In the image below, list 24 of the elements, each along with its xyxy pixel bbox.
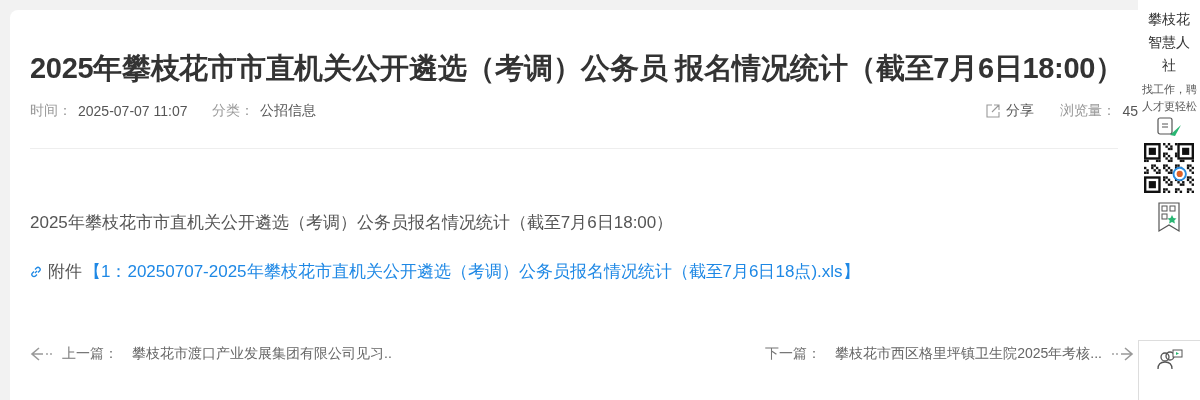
arrow-right-icon[interactable] [1110, 347, 1134, 361]
next-label: 下一篇： [765, 345, 822, 363]
meta-value: 2025-07-07 11:07 [78, 103, 188, 119]
share-link[interactable]: 分享 [1006, 102, 1035, 120]
attachment-link[interactable]: 【1：20250707-2025年攀枝花市直机关公开遴选（考调）公务员报名情况统计（截至7月6日18点).xls】 [84, 260, 860, 283]
views-count: 45 [1122, 103, 1138, 119]
qr-bookmark-icon[interactable] [1157, 201, 1181, 233]
share-icon[interactable] [986, 104, 1001, 118]
sidebar-slogan: 找工作，聘人才更轻松 [1141, 82, 1197, 114]
prev-label: 上一篇： [62, 345, 118, 363]
meta-label: 分类： [211, 102, 254, 120]
link-icon [30, 265, 42, 278]
views-label: 浏览量： [1060, 102, 1117, 120]
article-title: 2025年攀枝花市市直机关公开遴选（考调）公务员 报名情况统计（截至7月6日18:00） [30, 51, 1125, 86]
arrow-left-icon[interactable] [30, 347, 54, 361]
prev-article-link[interactable]: 攀枝花市渡口产业发展集团有限公司见习.. [132, 345, 392, 363]
people-chat-icon[interactable] [1156, 349, 1183, 371]
sidebar-title: 攀枝花智慧人社 [1147, 10, 1191, 75]
meta-value: 公招信息 [259, 102, 316, 120]
next-article-link[interactable]: 攀枝花市西区格里坪镇卫生院2025年考核... [835, 345, 1102, 363]
article-text: 2025年攀枝花市市直机关公开遴选（考调）公务员报名情况统计（截至7月6日18:00） [30, 212, 675, 234]
qr-code [1144, 143, 1194, 193]
meta-label: 时间： [30, 102, 72, 120]
attachment-label: 附件 [48, 261, 82, 283]
